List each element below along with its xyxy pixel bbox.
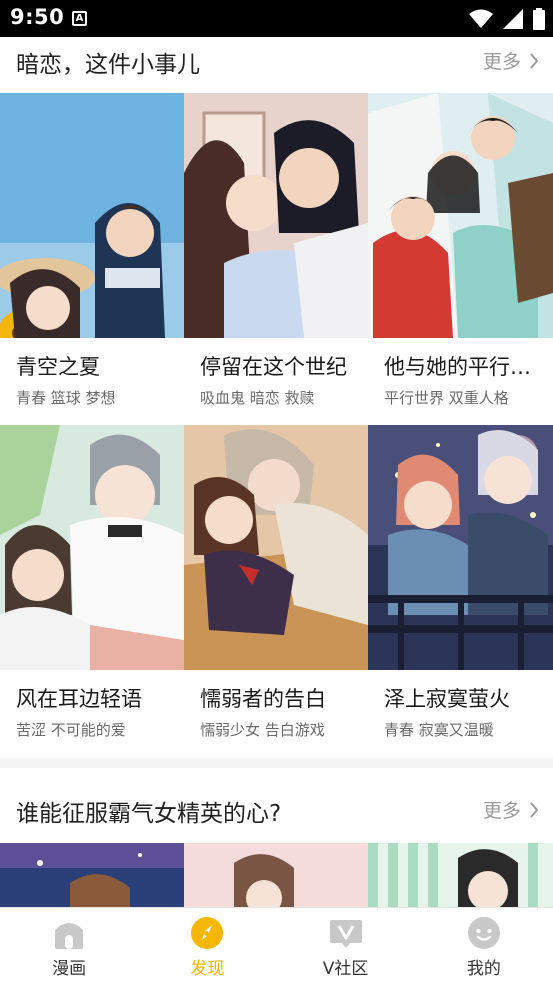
comic-title: 懦弱者的告白 — [200, 687, 326, 711]
v-community-icon — [329, 916, 363, 950]
nav-label: 我的 — [466, 959, 501, 979]
comic-title: 风在耳边轻语 — [16, 687, 142, 711]
comic-cover-image — [184, 425, 368, 670]
comic-card[interactable]: 他与她的平行世界 平行世界 双重人格 — [368, 93, 553, 425]
nav-item-comics[interactable]: 漫画 — [0, 908, 138, 984]
comic-cover-image[interactable] — [0, 843, 184, 913]
section-title: 谁能征服霸气女精英的心? — [16, 801, 282, 827]
more-link[interactable]: 更多 — [483, 47, 539, 74]
section-header-elite: 谁能征服霸气女精英的心? 更多 — [0, 786, 553, 838]
section-title: 暗恋，这件小事儿 — [16, 52, 200, 78]
comic-tags: 懦弱少女 告白游戏 — [200, 721, 325, 739]
comic-title: 青空之夏 — [16, 355, 100, 379]
comic-title: 泽上寂寞萤火 — [384, 687, 510, 711]
status-time: 9:50 — [10, 5, 65, 29]
battery-icon — [533, 8, 545, 30]
nav-item-community[interactable]: V社区 — [277, 908, 415, 984]
signal-icon — [503, 9, 523, 29]
comic-tags: 青春 篮球 梦想 — [16, 389, 116, 407]
comic-card[interactable]: 风在耳边轻语 苦涩 不可能的爱 — [0, 425, 184, 757]
section-divider — [0, 758, 553, 768]
comic-cover-image[interactable] — [368, 843, 553, 913]
comic-cover-image — [0, 425, 184, 670]
comic-tags: 吸血鬼 暗恋 救赎 — [200, 389, 315, 407]
comic-card[interactable]: 青空之夏 青春 篮球 梦想 — [0, 93, 184, 425]
comic-cover-image — [0, 93, 184, 338]
wifi-icon — [469, 9, 493, 29]
comic-cover-image — [368, 425, 553, 670]
more-label: 更多 — [482, 800, 521, 822]
chevron-right-icon — [529, 52, 539, 69]
comic-title: 停留在这个世纪 — [200, 355, 347, 379]
comic-cover-image — [184, 93, 368, 338]
nav-label: 发现 — [190, 959, 225, 979]
nav-label: 漫画 — [52, 959, 87, 979]
notification-a-icon: A — [72, 11, 87, 26]
section-header-crush: 暗恋，这件小事儿 更多 — [0, 37, 553, 89]
comic-tags: 平行世界 双重人格 — [384, 389, 509, 407]
comic-tags: 苦涩 不可能的爱 — [16, 721, 126, 739]
nav-item-profile[interactable]: 我的 — [415, 908, 553, 984]
chevron-right-icon — [529, 801, 539, 818]
profile-face-icon — [467, 916, 501, 950]
comic-grid-partial — [0, 843, 553, 913]
comic-grid: 青空之夏 青春 篮球 梦想 停留在这个世纪 吸血鬼 暗恋 救赎 他与她的平行世界… — [0, 93, 553, 757]
comic-card[interactable]: 停留在这个世纪 吸血鬼 暗恋 救赎 — [184, 93, 368, 425]
comic-card[interactable]: 泽上寂寞萤火 青春 寂寞又温暖 — [368, 425, 553, 757]
comic-card[interactable]: 懦弱者的告白 懦弱少女 告白游戏 — [184, 425, 368, 757]
comic-title: 他与她的平行世界 — [384, 355, 546, 379]
comic-cover-image — [368, 93, 553, 338]
comic-house-icon — [52, 916, 86, 950]
more-link[interactable]: 更多 — [483, 796, 539, 823]
nav-label: V社区 — [322, 959, 369, 979]
comic-tags: 青春 寂寞又温暖 — [384, 721, 494, 739]
bottom-nav: 漫画 发现 V社区 我的 — [0, 907, 553, 984]
status-bar: 9:50 A — [0, 0, 553, 37]
discover-compass-icon — [190, 916, 224, 950]
nav-item-discover[interactable]: 发现 — [138, 908, 276, 984]
status-icons — [469, 8, 545, 30]
more-label: 更多 — [482, 51, 521, 73]
comic-cover-image[interactable] — [184, 843, 368, 913]
